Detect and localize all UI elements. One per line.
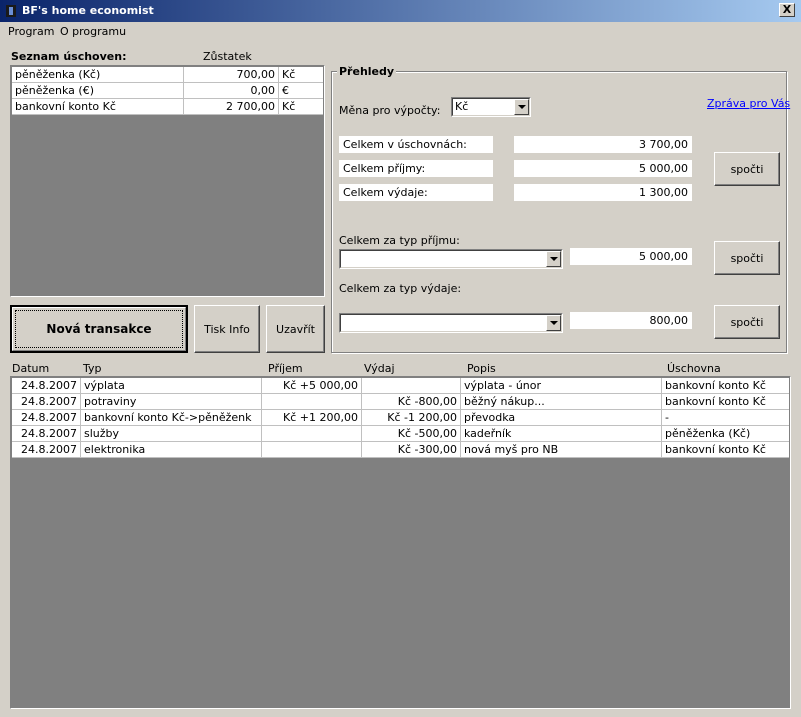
transaction-type: výplata	[81, 378, 262, 394]
report-link[interactable]: Zpráva pro Vás	[707, 97, 790, 110]
transaction-income: Kč +5 000,00	[262, 378, 362, 394]
transaction-desc: nová myš pro NB	[461, 442, 662, 458]
expense-type-label: Celkem za typ výdaje:	[339, 282, 462, 295]
chevron-down-icon[interactable]	[546, 315, 561, 331]
accounts-list[interactable]: pěněženka (Kč) 700,00 Kč pěněženka (€) 0,00 €…	[10, 65, 325, 297]
transaction-desc: běžný nákup...	[461, 394, 662, 410]
new-transaction-button[interactable]: Nová transakce	[10, 305, 188, 353]
menu-bar: Program O programu	[0, 22, 801, 40]
col-header-desc[interactable]: Popis	[467, 362, 496, 375]
close-button[interactable]: Uzavřít	[266, 305, 325, 353]
total-accounts-label: Celkem v úschovnách:	[339, 136, 493, 153]
print-info-button[interactable]: Tisk Info	[194, 305, 260, 353]
menu-program[interactable]: Program	[8, 25, 54, 38]
transaction-expense: Kč -1 200,00	[362, 410, 461, 426]
compute-expense-type-button[interactable]: spočti	[714, 305, 780, 339]
transaction-account: bankovní konto Kč	[665, 379, 766, 392]
transaction-date: 24.8.2007	[12, 410, 81, 426]
window-title: BF's home economist	[22, 4, 154, 17]
transaction-account: -	[665, 411, 669, 424]
overview-title: Přehledy	[337, 65, 397, 78]
transaction-type: elektronika	[81, 442, 262, 458]
col-header-type[interactable]: Typ	[83, 362, 102, 375]
transaction-income	[262, 394, 362, 410]
col-header-date[interactable]: Datum	[12, 362, 49, 375]
account-balance: 700,00	[184, 67, 279, 83]
currency-value: Kč	[455, 100, 469, 113]
compute-totals-button[interactable]: spočti	[714, 152, 780, 186]
transaction-desc: převodka	[461, 410, 662, 426]
transaction-expense: Kč -300,00	[362, 442, 461, 458]
transaction-desc: kadeřník	[461, 426, 662, 442]
title-bar[interactable]: BF's home economist X	[0, 0, 801, 22]
new-transaction-label: Nová transakce	[46, 322, 152, 336]
transaction-row[interactable]: 24.8.2007 elektronika Kč -300,00 nová myš p…	[12, 442, 789, 458]
income-type-label: Celkem za typ příjmu:	[339, 234, 460, 247]
transaction-account: pěněženka (Kč)	[665, 427, 751, 440]
income-type-select[interactable]	[339, 249, 563, 269]
accounts-grid: pěněženka (Kč) 700,00 Kč pěněženka (€) 0,00 €…	[12, 67, 323, 115]
close-window-button[interactable]: X	[779, 3, 795, 17]
account-currency: Kč	[282, 68, 296, 81]
transaction-desc: výplata - únor	[461, 378, 662, 394]
currency-label: Měna pro výpočty:	[339, 104, 441, 117]
income-type-total: 5 000,00	[570, 248, 692, 265]
transaction-type: bankovní konto Kč->pěněženk	[81, 410, 262, 426]
account-row[interactable]: bankovní konto Kč 2 700,00 Kč	[12, 99, 323, 115]
account-currency: €	[282, 84, 289, 97]
transaction-expense: Kč -800,00	[362, 394, 461, 410]
transaction-date: 24.8.2007	[12, 394, 81, 410]
total-accounts-value: 3 700,00	[514, 136, 692, 153]
account-row[interactable]: pěněženka (€) 0,00 €	[12, 83, 323, 99]
transactions-list[interactable]: 24.8.2007 výplata Kč +5 000,00 výplata - ún…	[10, 376, 791, 709]
transaction-account: bankovní konto Kč	[665, 395, 766, 408]
total-income-value: 5 000,00	[514, 160, 692, 177]
account-name: pěněženka (Kč)	[12, 67, 184, 83]
transaction-row[interactable]: 24.8.2007 potraviny Kč -800,00 běžný nákup.…	[12, 394, 789, 410]
currency-select[interactable]: Kč	[451, 97, 531, 117]
transaction-date: 24.8.2007	[12, 426, 81, 442]
account-balance: 2 700,00	[184, 99, 279, 115]
col-header-account[interactable]: Úschovna	[667, 362, 721, 375]
balance-header: Zůstatek	[203, 50, 252, 63]
transaction-income: Kč +1 200,00	[262, 410, 362, 426]
account-name: pěněženka (€)	[12, 83, 184, 99]
transaction-type: potraviny	[81, 394, 262, 410]
account-currency: Kč	[282, 100, 296, 113]
transaction-account: bankovní konto Kč	[665, 443, 766, 456]
transaction-expense: Kč -500,00	[362, 426, 461, 442]
account-row[interactable]: pěněženka (Kč) 700,00 Kč	[12, 67, 323, 83]
menu-about[interactable]: O programu	[60, 25, 126, 38]
app-icon	[6, 5, 16, 17]
accounts-header: Seznam úschoven:	[11, 50, 127, 63]
total-income-label: Celkem příjmy:	[339, 160, 493, 177]
transaction-date: 24.8.2007	[12, 378, 81, 394]
expense-type-select[interactable]	[339, 313, 563, 333]
transactions-grid: 24.8.2007 výplata Kč +5 000,00 výplata - ún…	[12, 378, 789, 458]
col-header-expense[interactable]: Výdaj	[364, 362, 395, 375]
transaction-income	[262, 442, 362, 458]
total-expense-label: Celkem výdaje:	[339, 184, 493, 201]
col-header-income[interactable]: Příjem	[268, 362, 303, 375]
compute-income-type-button[interactable]: spočti	[714, 241, 780, 275]
transaction-date: 24.8.2007	[12, 442, 81, 458]
expense-type-total: 800,00	[570, 312, 692, 329]
transaction-row[interactable]: 24.8.2007 služby Kč -500,00 kadeřník pěněžen…	[12, 426, 789, 442]
account-balance: 0,00	[184, 83, 279, 99]
total-expense-value: 1 300,00	[514, 184, 692, 201]
transaction-row[interactable]: 24.8.2007 bankovní konto Kč->pěněženk Kč +…	[12, 410, 789, 426]
transaction-expense	[362, 378, 461, 394]
account-name: bankovní konto Kč	[12, 99, 184, 115]
transaction-income	[262, 426, 362, 442]
transaction-row[interactable]: 24.8.2007 výplata Kč +5 000,00 výplata - ún…	[12, 378, 789, 394]
chevron-down-icon[interactable]	[514, 99, 529, 115]
chevron-down-icon[interactable]	[546, 251, 561, 267]
transaction-type: služby	[81, 426, 262, 442]
